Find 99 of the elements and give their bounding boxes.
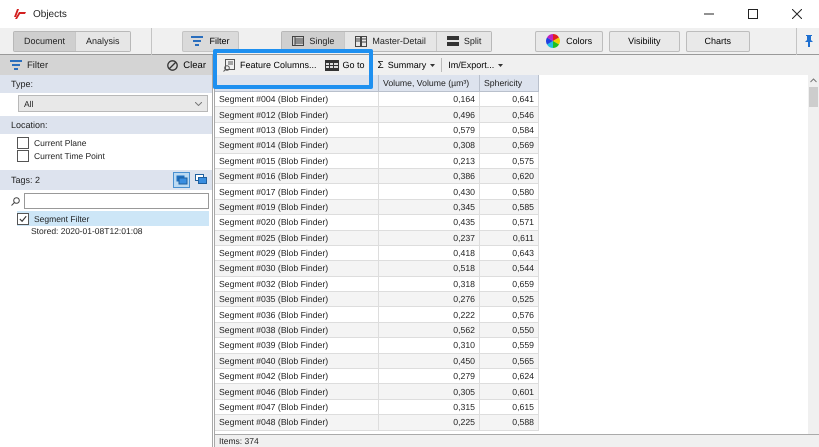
tags-view-icon[interactable] bbox=[173, 172, 190, 188]
toolbar-button[interactable]: Visibility bbox=[609, 30, 680, 52]
table-cell: Segment #016 (Blob Finder) bbox=[215, 168, 378, 184]
tag-item[interactable]: Segment Filter bbox=[17, 211, 209, 226]
section-label: Type: bbox=[11, 79, 34, 89]
table-cell: Segment #039 (Blob Finder) bbox=[215, 338, 378, 354]
view-tab[interactable]: Document bbox=[14, 32, 76, 50]
sigma-icon: Σ bbox=[378, 60, 384, 70]
table-cell: Segment #048 (Blob Finder) bbox=[215, 414, 378, 430]
table-cell: 0,305 bbox=[378, 384, 480, 400]
table-cell: Segment #012 (Blob Finder) bbox=[215, 106, 378, 122]
type-dropdown[interactable]: All bbox=[18, 95, 208, 112]
table-cell: 0,601 bbox=[480, 384, 538, 400]
chevron-down-icon bbox=[195, 102, 202, 106]
table-cell: 0,585 bbox=[480, 199, 538, 215]
table-cell: 0,435 bbox=[378, 214, 480, 230]
tag-search-field[interactable] bbox=[24, 193, 209, 209]
table-cell: 0,575 bbox=[480, 153, 538, 168]
toolbar-button[interactable]: Go to bbox=[320, 56, 369, 74]
table-cell: Segment #036 (Blob Finder) bbox=[215, 306, 378, 322]
section-label: Tags: 2 bbox=[11, 175, 40, 185]
table-cell: Segment #040 (Blob Finder) bbox=[215, 353, 378, 369]
table-cell: Segment #019 (Blob Finder) bbox=[215, 199, 378, 215]
split-icon bbox=[446, 36, 459, 46]
table-cell: 0,588 bbox=[480, 414, 538, 430]
table-cell: Segment #015 (Blob Finder) bbox=[215, 153, 378, 168]
filter-button[interactable]: Filter bbox=[182, 30, 239, 52]
column-header[interactable]: Volume, Volume (µm³) bbox=[378, 75, 480, 92]
table-cell: 0,546 bbox=[480, 106, 538, 122]
filter-icon bbox=[10, 60, 22, 70]
checkbox[interactable] bbox=[17, 212, 29, 224]
table-cell: 0,611 bbox=[480, 230, 538, 246]
table-cell: Segment #025 (Blob Finder) bbox=[215, 230, 378, 246]
table-cell: 0,496 bbox=[378, 106, 480, 122]
toolbar-button[interactable]: Feature Columns... bbox=[219, 56, 321, 74]
table-cell: 0,430 bbox=[378, 184, 480, 200]
columns-icon bbox=[223, 58, 236, 72]
tag-detail: Stored: 2020-01-08T12:01:08 bbox=[30, 226, 144, 236]
table-cell: 0,565 bbox=[480, 353, 538, 369]
dropdown-button[interactable]: Σ Summary bbox=[374, 56, 440, 74]
table-cell: 0,559 bbox=[480, 338, 538, 354]
checkbox-label: Current Plane bbox=[34, 138, 86, 148]
table-cell: 0,525 bbox=[480, 292, 538, 307]
scroll-thumb[interactable] bbox=[809, 87, 818, 107]
caret-icon bbox=[430, 64, 436, 66]
table-cell: 0,222 bbox=[378, 306, 480, 322]
checkbox-label: Current Time Point bbox=[34, 150, 105, 160]
table-cell: 0,386 bbox=[378, 168, 480, 184]
table-cell: 0,569 bbox=[480, 138, 538, 154]
table-cell: Segment #017 (Blob Finder) bbox=[215, 184, 378, 200]
table-cell: 0,237 bbox=[378, 230, 480, 246]
table-cell: 0,308 bbox=[378, 138, 480, 154]
clear-button[interactable]: Clear bbox=[167, 60, 206, 70]
list-icon bbox=[292, 36, 304, 46]
checkbox[interactable] bbox=[17, 136, 29, 148]
table-cell: 0,276 bbox=[378, 292, 480, 307]
master-detail-icon bbox=[355, 36, 368, 46]
table-cell: Segment #046 (Blob Finder) bbox=[215, 384, 378, 400]
table-cell: Segment #030 (Blob Finder) bbox=[215, 260, 378, 276]
table-cell: 0,544 bbox=[480, 260, 538, 276]
color-wheel-icon bbox=[546, 34, 560, 48]
filter-icon bbox=[190, 36, 203, 46]
scrollbar[interactable] bbox=[808, 75, 819, 434]
pin-icon[interactable] bbox=[805, 35, 814, 47]
maximize-icon[interactable] bbox=[748, 9, 758, 19]
status-bar: Items: 374 bbox=[215, 434, 819, 447]
column-header[interactable]: Sphericity bbox=[480, 75, 538, 92]
clear-icon bbox=[167, 60, 178, 70]
table-cell: 0,310 bbox=[378, 338, 480, 354]
table-cell: 0,550 bbox=[480, 322, 538, 338]
table-cell: Segment #038 (Blob Finder) bbox=[215, 322, 378, 338]
table-cell: Segment #014 (Blob Finder) bbox=[215, 138, 378, 154]
caret-icon bbox=[498, 64, 504, 66]
table-cell: 0,562 bbox=[378, 322, 480, 338]
table-cell: 0,345 bbox=[378, 199, 480, 215]
table-cell: 0,213 bbox=[378, 153, 480, 168]
table-cell: 0,518 bbox=[378, 260, 480, 276]
table-icon bbox=[324, 60, 339, 70]
toolbar-button[interactable]: Charts bbox=[686, 30, 750, 52]
layout-tab[interactable]: Single bbox=[282, 32, 346, 50]
table-cell: 0,576 bbox=[480, 306, 538, 322]
table-cell: 0,571 bbox=[480, 214, 538, 230]
dropdown-button[interactable]: Im/Export... bbox=[444, 56, 508, 74]
window-title: Objects bbox=[33, 8, 67, 20]
colors-button[interactable]: Colors bbox=[535, 30, 604, 52]
search-icon bbox=[11, 196, 20, 206]
table-cell: Segment #020 (Blob Finder) bbox=[215, 214, 378, 230]
panel-title: Filter bbox=[27, 60, 48, 70]
app-logo-icon bbox=[14, 9, 27, 19]
table-cell: 0,450 bbox=[378, 353, 480, 369]
table-cell: 0,580 bbox=[480, 184, 538, 200]
table-cell: Segment #035 (Blob Finder) bbox=[215, 292, 378, 307]
checkbox[interactable] bbox=[17, 150, 29, 162]
close-icon[interactable] bbox=[792, 9, 802, 19]
table-cell: 0,620 bbox=[480, 168, 538, 184]
tags-view-icon[interactable] bbox=[194, 172, 208, 186]
table-cell: 0,225 bbox=[378, 414, 480, 430]
tag-label: Segment Filter bbox=[34, 214, 90, 224]
section-label: Location: bbox=[11, 120, 48, 130]
